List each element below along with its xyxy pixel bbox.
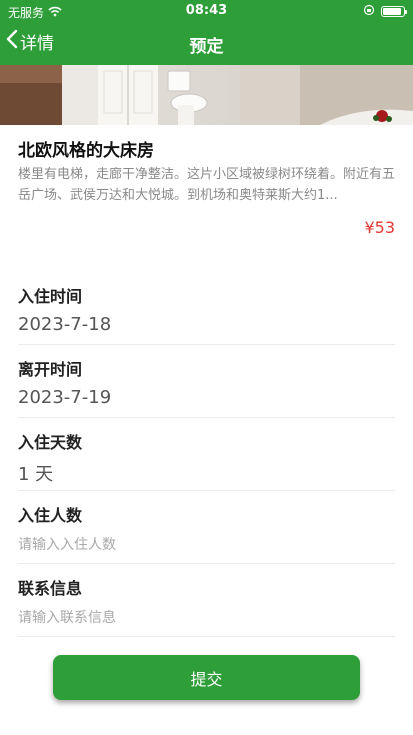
guests-input[interactable] [18, 533, 395, 557]
checkout-label: 离开时间 [18, 360, 83, 379]
checkout-value[interactable]: 2023-7-19 [18, 387, 111, 408]
guests-field[interactable]: 入住人数 [18, 491, 395, 564]
orientation-lock-icon [363, 4, 375, 19]
battery-fill [383, 8, 401, 15]
booking-form: 入住时间 2023-7-18 离开时间 2023-7-19 入住天数 1 天 入… [18, 272, 395, 637]
nights-field: 入住天数 1 天 [18, 418, 395, 491]
room-photo [0, 65, 413, 125]
nav-bar: 详情 预定 [0, 22, 413, 65]
back-button[interactable]: 详情 [6, 29, 54, 54]
submit-button[interactable]: 提交 [53, 655, 360, 700]
status-bar: 无服务 08:43 [0, 0, 413, 22]
guests-label: 入住人数 [18, 506, 83, 525]
room-price: ¥53 [364, 218, 395, 237]
contact-label: 联系信息 [18, 579, 83, 598]
checkin-field[interactable]: 入住时间 2023-7-18 [18, 272, 395, 345]
contact-field[interactable]: 联系信息 [18, 564, 395, 637]
checkin-value[interactable]: 2023-7-18 [18, 314, 111, 335]
contact-input[interactable] [18, 606, 395, 630]
checkout-field[interactable]: 离开时间 2023-7-19 [18, 345, 395, 418]
nights-value: 1 天 [18, 464, 54, 485]
chevron-left-icon [6, 29, 18, 54]
top-bar: 无服务 08:43 详情 预定 [0, 0, 413, 65]
status-right [363, 4, 407, 19]
checkin-label: 入住时间 [18, 287, 83, 306]
battery-icon [381, 6, 407, 17]
status-time: 08:43 [185, 3, 228, 18]
page-title: 预定 [189, 37, 224, 57]
nights-label: 入住天数 [18, 433, 83, 452]
back-label: 详情 [20, 34, 54, 54]
room-description: 楼里有电梯，走廊干净整洁。这片小区域被绿树环绕着。附近有五岳广场、武侯万达和大悦… [18, 167, 395, 203]
room-info: 北欧风格的大床房 楼里有电梯，走廊干净整洁。这片小区域被绿树环绕着。附近有五岳广… [18, 140, 395, 206]
room-title: 北欧风格的大床房 [18, 141, 154, 161]
